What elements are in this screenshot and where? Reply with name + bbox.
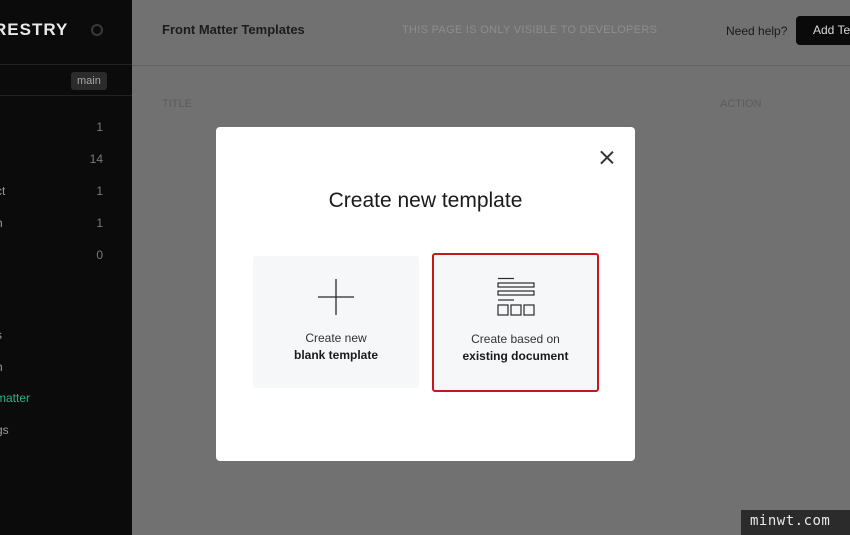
sidebar-item-label: n xyxy=(0,360,3,374)
sidebar-item[interactable]: s xyxy=(0,326,132,346)
sidebar-item-count: 1 xyxy=(96,216,103,230)
sidebar-item-label: ct xyxy=(0,184,6,198)
create-from-existing-option[interactable]: Create based on existing document xyxy=(432,253,599,392)
option-label-line2: existing document xyxy=(462,349,569,363)
close-icon[interactable] xyxy=(599,150,615,166)
plus-icon xyxy=(318,279,354,315)
page-title: Front Matter Templates xyxy=(162,22,305,37)
sidebar-item-count: 1 xyxy=(96,120,103,134)
column-header-title: TITLE xyxy=(162,98,192,110)
create-template-modal: Create new template Create new blank tem… xyxy=(216,127,635,461)
sidebar-item-count: 0 xyxy=(96,248,103,262)
modal-title: Create new template xyxy=(328,189,523,212)
document-layout-icon xyxy=(497,277,535,316)
branch-badge[interactable]: main xyxy=(71,72,107,90)
sidebar-item-settings[interactable]: gs xyxy=(0,421,132,441)
sidebar-item-label: s xyxy=(0,328,2,342)
add-template-button[interactable]: Add Te xyxy=(796,16,850,45)
sidebar: RESTRY main t 1 14 ct 1 h 1 . 0 s n matt… xyxy=(0,0,132,535)
brand-logo: RESTRY xyxy=(0,20,69,39)
sidebar-item[interactable]: h 1 xyxy=(0,214,132,234)
loading-icon xyxy=(91,24,103,36)
sidebar-divider xyxy=(0,95,132,96)
sidebar-item-label: h xyxy=(0,216,3,230)
sidebar-item[interactable]: 14 xyxy=(0,150,132,170)
sidebar-item[interactable]: ct 1 xyxy=(0,182,132,202)
help-link[interactable]: Need help? xyxy=(726,24,787,38)
column-header-action: ACTION xyxy=(720,98,762,110)
sidebar-item-label: matter xyxy=(0,391,31,405)
developer-notice: THIS PAGE IS ONLY VISIBLE TO DEVELOPERS xyxy=(402,24,658,36)
option-label-line2: blank template xyxy=(293,348,379,362)
sidebar-item[interactable]: . 0 xyxy=(0,246,132,266)
sidebar-item[interactable]: n xyxy=(0,358,132,378)
option-label-line1: Create based on xyxy=(471,332,560,346)
sidebar-item-front-matter[interactable]: matter xyxy=(0,389,132,409)
top-bar: Front Matter Templates THIS PAGE IS ONLY… xyxy=(132,0,850,66)
create-blank-template-option[interactable]: Create new blank template xyxy=(253,256,419,388)
sidebar-item-count: 14 xyxy=(89,152,103,166)
watermark: minwt.com xyxy=(741,510,850,535)
sidebar-item-count: 1 xyxy=(96,184,103,198)
option-label-line1: Create new xyxy=(305,331,367,345)
sidebar-item[interactable]: t 1 xyxy=(0,118,132,138)
sidebar-item-label: gs xyxy=(0,423,9,437)
sidebar-divider xyxy=(0,64,132,65)
